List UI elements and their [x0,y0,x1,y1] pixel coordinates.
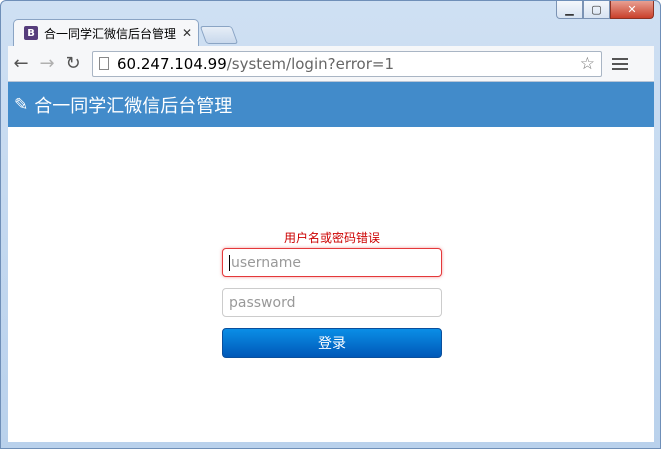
username-input[interactable]: username [222,248,442,277]
browser-window: ▁ ▢ ✕ B 合一同学汇微信后台管理 ✕ ← → ↻ 60.247.104.9… [0,0,661,449]
pencil-icon: ✎ [14,94,29,115]
bootstrap-favicon-icon: B [24,26,38,40]
tab-close-icon[interactable]: ✕ [182,26,192,40]
reload-icon[interactable]: ↻ [60,51,86,77]
browser-toolbar: ← → ↻ 60.247.104.99/system/login?error=1… [8,46,654,82]
username-placeholder: username [231,254,301,271]
login-button[interactable]: 登录 [222,328,442,358]
menu-icon[interactable] [612,57,628,70]
app-title[interactable]: 合一同学汇微信后台管理 [34,92,232,118]
tab-strip: B 合一同学汇微信后台管理 ✕ [13,19,239,46]
login-form: 用户名或密码错误 username password 登录 [222,229,442,358]
password-placeholder: password [229,294,296,311]
url-text: 60.247.104.99/system/login?error=1 [117,54,395,73]
maximize-icon[interactable]: ▢ [583,1,610,19]
address-bar[interactable]: 60.247.104.99/system/login?error=1 ☆ [92,50,602,77]
password-input[interactable]: password [222,288,442,317]
close-icon[interactable]: ✕ [610,1,654,19]
window-controls: ▁ ▢ ✕ [556,1,654,19]
tab-title: 合一同学汇微信后台管理 [44,26,176,41]
browser-tab[interactable]: B 合一同学汇微信后台管理 ✕ [13,19,199,46]
new-tab-button[interactable] [199,26,239,44]
back-arrow-icon[interactable]: ← [8,51,34,77]
error-message: 用户名或密码错误 [283,231,380,245]
bookmark-star-icon[interactable]: ☆ [580,54,595,74]
forward-arrow-icon[interactable]: → [34,51,60,77]
page-icon [99,57,109,70]
app-navbar: ✎ 合一同学汇微信后台管理 [8,82,654,127]
page-viewport: ✎ 合一同学汇微信后台管理 用户名或密码错误 username password… [8,82,654,442]
minimize-icon[interactable]: ▁ [556,1,583,19]
